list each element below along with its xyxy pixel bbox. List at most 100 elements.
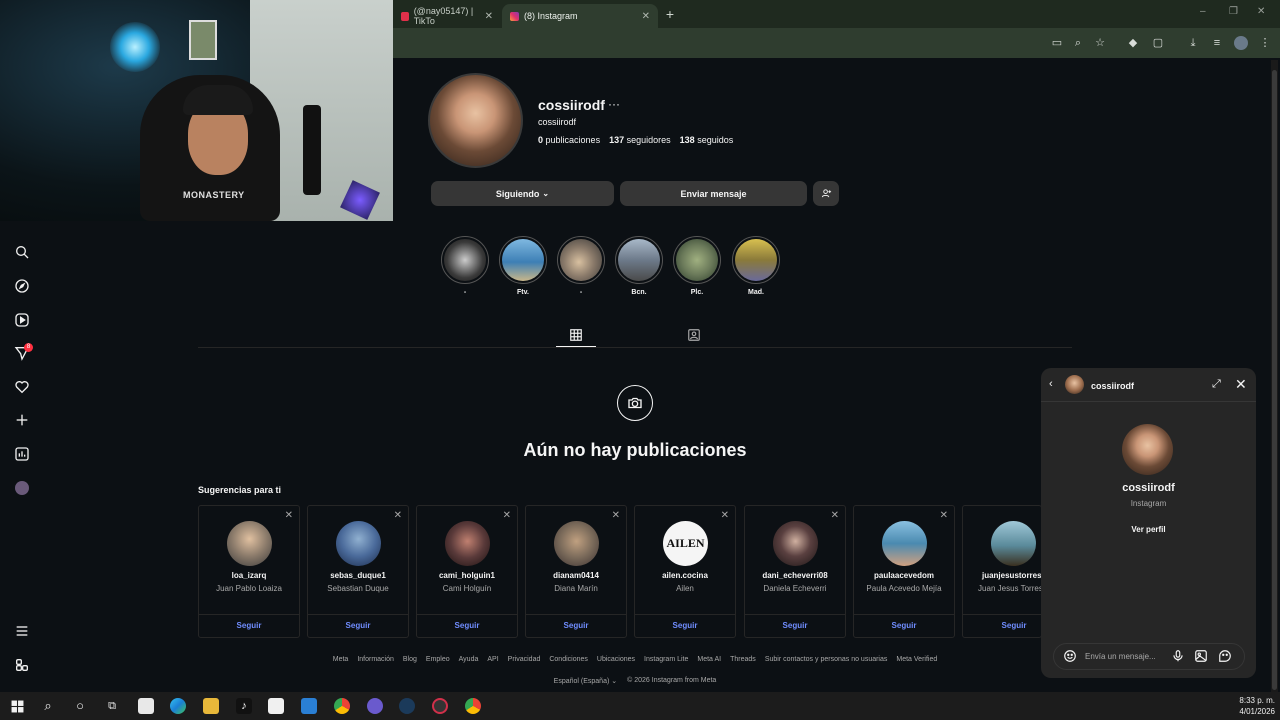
footer-link[interactable]: API: [487, 656, 498, 663]
dm-avatar-small[interactable]: [1065, 375, 1084, 394]
tab-close-icon[interactable]: ✕: [642, 11, 650, 22]
more-options-icon[interactable]: ···: [608, 97, 620, 111]
file-explorer-icon[interactable]: [203, 698, 219, 714]
highlight-item[interactable]: -: [556, 236, 606, 296]
bookmark-star-icon[interactable]: ☆: [1093, 36, 1107, 50]
recording-app-icon[interactable]: [432, 698, 448, 714]
tiktok-icon[interactable]: ♪: [236, 698, 252, 714]
dismiss-icon[interactable]: ✕: [394, 510, 402, 521]
suggestion-username[interactable]: juanjesustorres2: [963, 571, 1041, 580]
extension-icon[interactable]: ◆: [1126, 36, 1140, 50]
suggestion-username[interactable]: loa_izarq: [199, 571, 299, 580]
cast-icon[interactable]: ▭: [1050, 36, 1064, 50]
close-window-icon[interactable]: ✕: [1257, 6, 1265, 17]
create-plus-icon[interactable]: [13, 411, 31, 429]
follow-button[interactable]: Seguir: [417, 621, 517, 630]
highlight-item[interactable]: Plc.: [672, 236, 722, 296]
microsoft-store-icon[interactable]: [268, 698, 284, 714]
profile-avatar-icon[interactable]: [13, 479, 31, 497]
add-user-button[interactable]: [813, 181, 839, 206]
following-button[interactable]: Siguiendo ⌄: [431, 181, 614, 206]
suggestion-avatar[interactable]: [554, 521, 599, 566]
following-stat[interactable]: 138 seguidos: [680, 135, 734, 145]
suggestion-avatar[interactable]: [445, 521, 490, 566]
system-clock[interactable]: 8:33 p. m. 4/01/2026: [1220, 695, 1275, 717]
tagged-icon[interactable]: [687, 328, 701, 342]
steam-icon[interactable]: [399, 698, 415, 714]
dismiss-icon[interactable]: ✕: [940, 510, 948, 521]
chrome-profile-icon[interactable]: [465, 698, 481, 714]
menu-hamburger-icon[interactable]: [13, 622, 31, 640]
highlight-item[interactable]: Bcn.: [614, 236, 664, 296]
posts-grid-icon[interactable]: [569, 328, 583, 342]
language-select[interactable]: Español (España) ⌄: [554, 677, 617, 685]
suggestion-username[interactable]: dianam0414: [526, 571, 626, 580]
obs-icon[interactable]: [367, 698, 383, 714]
footer-link[interactable]: Blog: [403, 656, 417, 663]
footer-link[interactable]: Subir contactos y personas no usuarias: [765, 656, 888, 663]
task-view-icon[interactable]: ⧉: [104, 698, 120, 714]
footer-link[interactable]: Condiciones: [549, 656, 588, 663]
dismiss-icon[interactable]: ✕: [285, 510, 293, 521]
footer-link[interactable]: Meta AI: [697, 656, 721, 663]
back-icon[interactable]: ‹: [1049, 378, 1053, 390]
highlight-item[interactable]: Ftv.: [498, 236, 548, 296]
suggestion-username[interactable]: cami_holguin1: [417, 571, 517, 580]
suggestion-username[interactable]: paulaacevedom: [854, 571, 954, 580]
suggestion-avatar[interactable]: [227, 521, 272, 566]
scrollbar-thumb[interactable]: [1272, 70, 1277, 690]
close-icon[interactable]: ✕: [1235, 376, 1247, 393]
dismiss-icon[interactable]: ✕: [503, 510, 511, 521]
chrome-icon[interactable]: [334, 698, 350, 714]
dismiss-icon[interactable]: ✕: [721, 510, 729, 521]
send-message-button[interactable]: Enviar mensaje: [620, 181, 807, 206]
tab-tiktok[interactable]: (@nay05147) | TikTo ✕: [393, 4, 501, 28]
follow-button[interactable]: Seguir: [308, 621, 408, 630]
taskbar-search-icon[interactable]: ⌕: [40, 698, 56, 714]
maximize-icon[interactable]: ❐: [1229, 6, 1238, 17]
suggestion-username[interactable]: sebas_duque1: [308, 571, 408, 580]
dm-header-name[interactable]: cossiirodf: [1091, 381, 1134, 391]
file-icon[interactable]: [138, 698, 154, 714]
follow-button[interactable]: Seguir: [745, 621, 845, 630]
emoji-icon[interactable]: [1063, 649, 1077, 663]
dashboard-icon[interactable]: [13, 445, 31, 463]
tab-instagram[interactable]: (8) Instagram ✕: [502, 4, 658, 28]
suggestion-avatar[interactable]: [991, 521, 1036, 566]
profile-avatar[interactable]: [428, 73, 523, 168]
tab-close-icon[interactable]: ✕: [485, 11, 493, 22]
footer-link[interactable]: Ayuda: [459, 656, 479, 663]
footer-link[interactable]: Información: [357, 656, 394, 663]
download-icon[interactable]: ⤓: [1186, 36, 1200, 50]
profile-avatar-icon[interactable]: [1234, 36, 1248, 50]
footer-link[interactable]: Threads: [730, 656, 756, 663]
message-input-placeholder[interactable]: Envía un mensaje...: [1085, 652, 1156, 661]
mail-icon[interactable]: [301, 698, 317, 714]
suggestion-username[interactable]: ailen.cocina: [635, 571, 735, 580]
footer-link[interactable]: Meta Verified: [896, 656, 937, 663]
new-tab-button[interactable]: +: [662, 6, 678, 22]
cortana-icon[interactable]: ○: [72, 698, 88, 714]
expand-icon[interactable]: ⤢: [1212, 378, 1221, 391]
highlight-item[interactable]: Mad.: [731, 236, 781, 296]
browser-menu-icon[interactable]: ⋮: [1258, 36, 1272, 50]
follow-button[interactable]: Seguir: [526, 621, 626, 630]
sticker-icon[interactable]: [1218, 649, 1232, 663]
highlight-item[interactable]: -: [440, 236, 490, 296]
dismiss-icon[interactable]: ✕: [831, 510, 839, 521]
suggestion-avatar[interactable]: AILEN: [663, 521, 708, 566]
footer-link[interactable]: Meta: [333, 656, 349, 663]
dismiss-icon[interactable]: ✕: [612, 510, 620, 521]
suggestion-avatar[interactable]: [773, 521, 818, 566]
suggestion-username[interactable]: dani_echeverri08: [745, 571, 845, 580]
media-control-icon[interactable]: ≡: [1210, 36, 1224, 50]
puzzle-icon[interactable]: ▢: [1151, 36, 1165, 50]
also-from-meta-icon[interactable]: [13, 656, 31, 674]
footer-link[interactable]: Empleo: [426, 656, 450, 663]
minimize-icon[interactable]: –: [1200, 6, 1206, 17]
footer-link[interactable]: Ubicaciones: [597, 656, 635, 663]
followers-stat[interactable]: 137 seguidores: [609, 135, 671, 145]
suggestion-avatar[interactable]: [336, 521, 381, 566]
search-icon[interactable]: [13, 243, 31, 261]
follow-button[interactable]: Seguir: [199, 621, 299, 630]
